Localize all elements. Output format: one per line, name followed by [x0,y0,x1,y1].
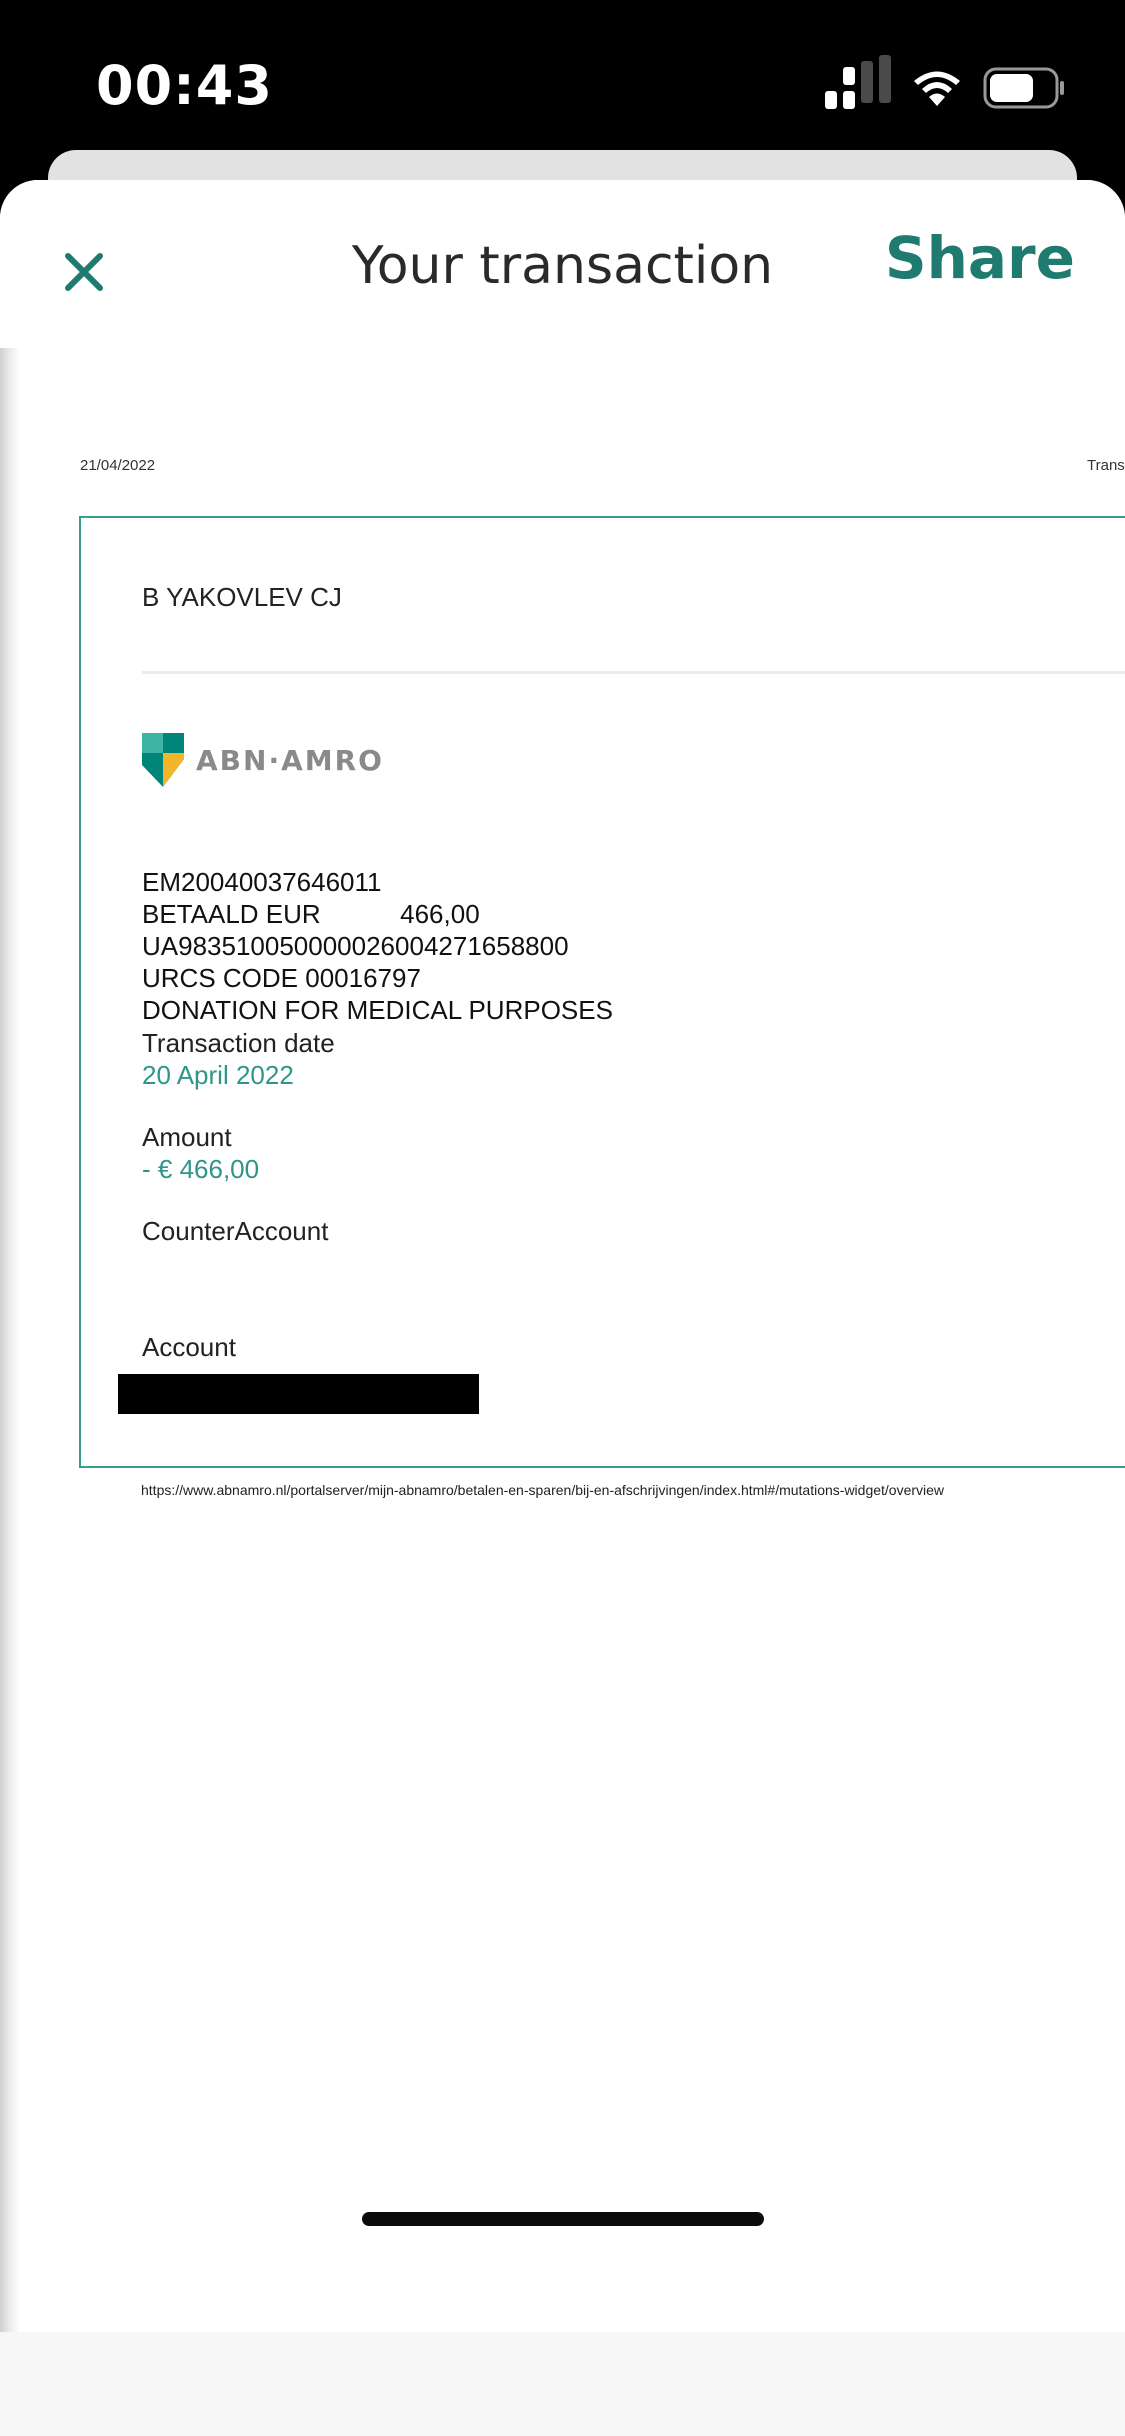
amount-value: - € 466,00 [142,1154,260,1184]
description-line: UA983510050000026004271658800 [142,931,569,961]
account-holder-name: B YAKOVLEV CJ [142,582,342,612]
transaction-date-label: Transaction date [142,1028,335,1058]
document-viewer[interactable]: 21/04/2022 Trans B YAKOVLEV CJ ABN·AMRO … [0,348,1125,2332]
wifi-icon [914,71,960,106]
page-edge-shadow [0,348,20,2332]
battery-icon [983,67,1064,109]
account-label: Account [142,1332,236,1362]
transaction-description: EM20040037646011 BETAALD EUR 466,00 UA98… [142,866,613,1026]
transaction-date-value: 20 April 2022 [142,1060,294,1090]
home-indicator-area [0,2332,1125,2436]
print-date: 21/04/2022 [80,457,156,474]
description-line: URCS CODE 00016797 [142,963,421,993]
divider [142,671,1125,674]
bank-logo: ABN·AMRO [142,733,384,787]
status-time: 00:43 [96,54,273,117]
print-header-right: Trans [1087,457,1125,474]
bank-logo-text: ABN·AMRO [196,743,384,777]
print-url: https://www.abnamro.nl/portalserver/mijn… [141,1482,945,1498]
description-line: BETAALD EUR 466,00 [142,899,480,929]
share-button[interactable]: Share [885,224,1075,292]
description-line: EM20040037646011 [142,867,382,897]
cellular-signal-icon [825,55,891,109]
redaction-bar [118,1374,479,1414]
status-icons [825,55,1065,112]
home-indicator[interactable] [362,2212,764,2226]
description-line: DONATION FOR MEDICAL PURPOSES [142,995,613,1025]
transaction-sheet: Your transaction Share 21/04/2022 Trans … [0,180,1125,2436]
amount-label: Amount [142,1122,232,1152]
counter-account-label: CounterAccount [142,1216,329,1246]
abn-amro-shield-icon [142,733,184,787]
nav-bar: Your transaction Share [0,180,1125,348]
transaction-card: B YAKOVLEV CJ ABN·AMRO EM20040037646011 … [79,516,1125,1468]
